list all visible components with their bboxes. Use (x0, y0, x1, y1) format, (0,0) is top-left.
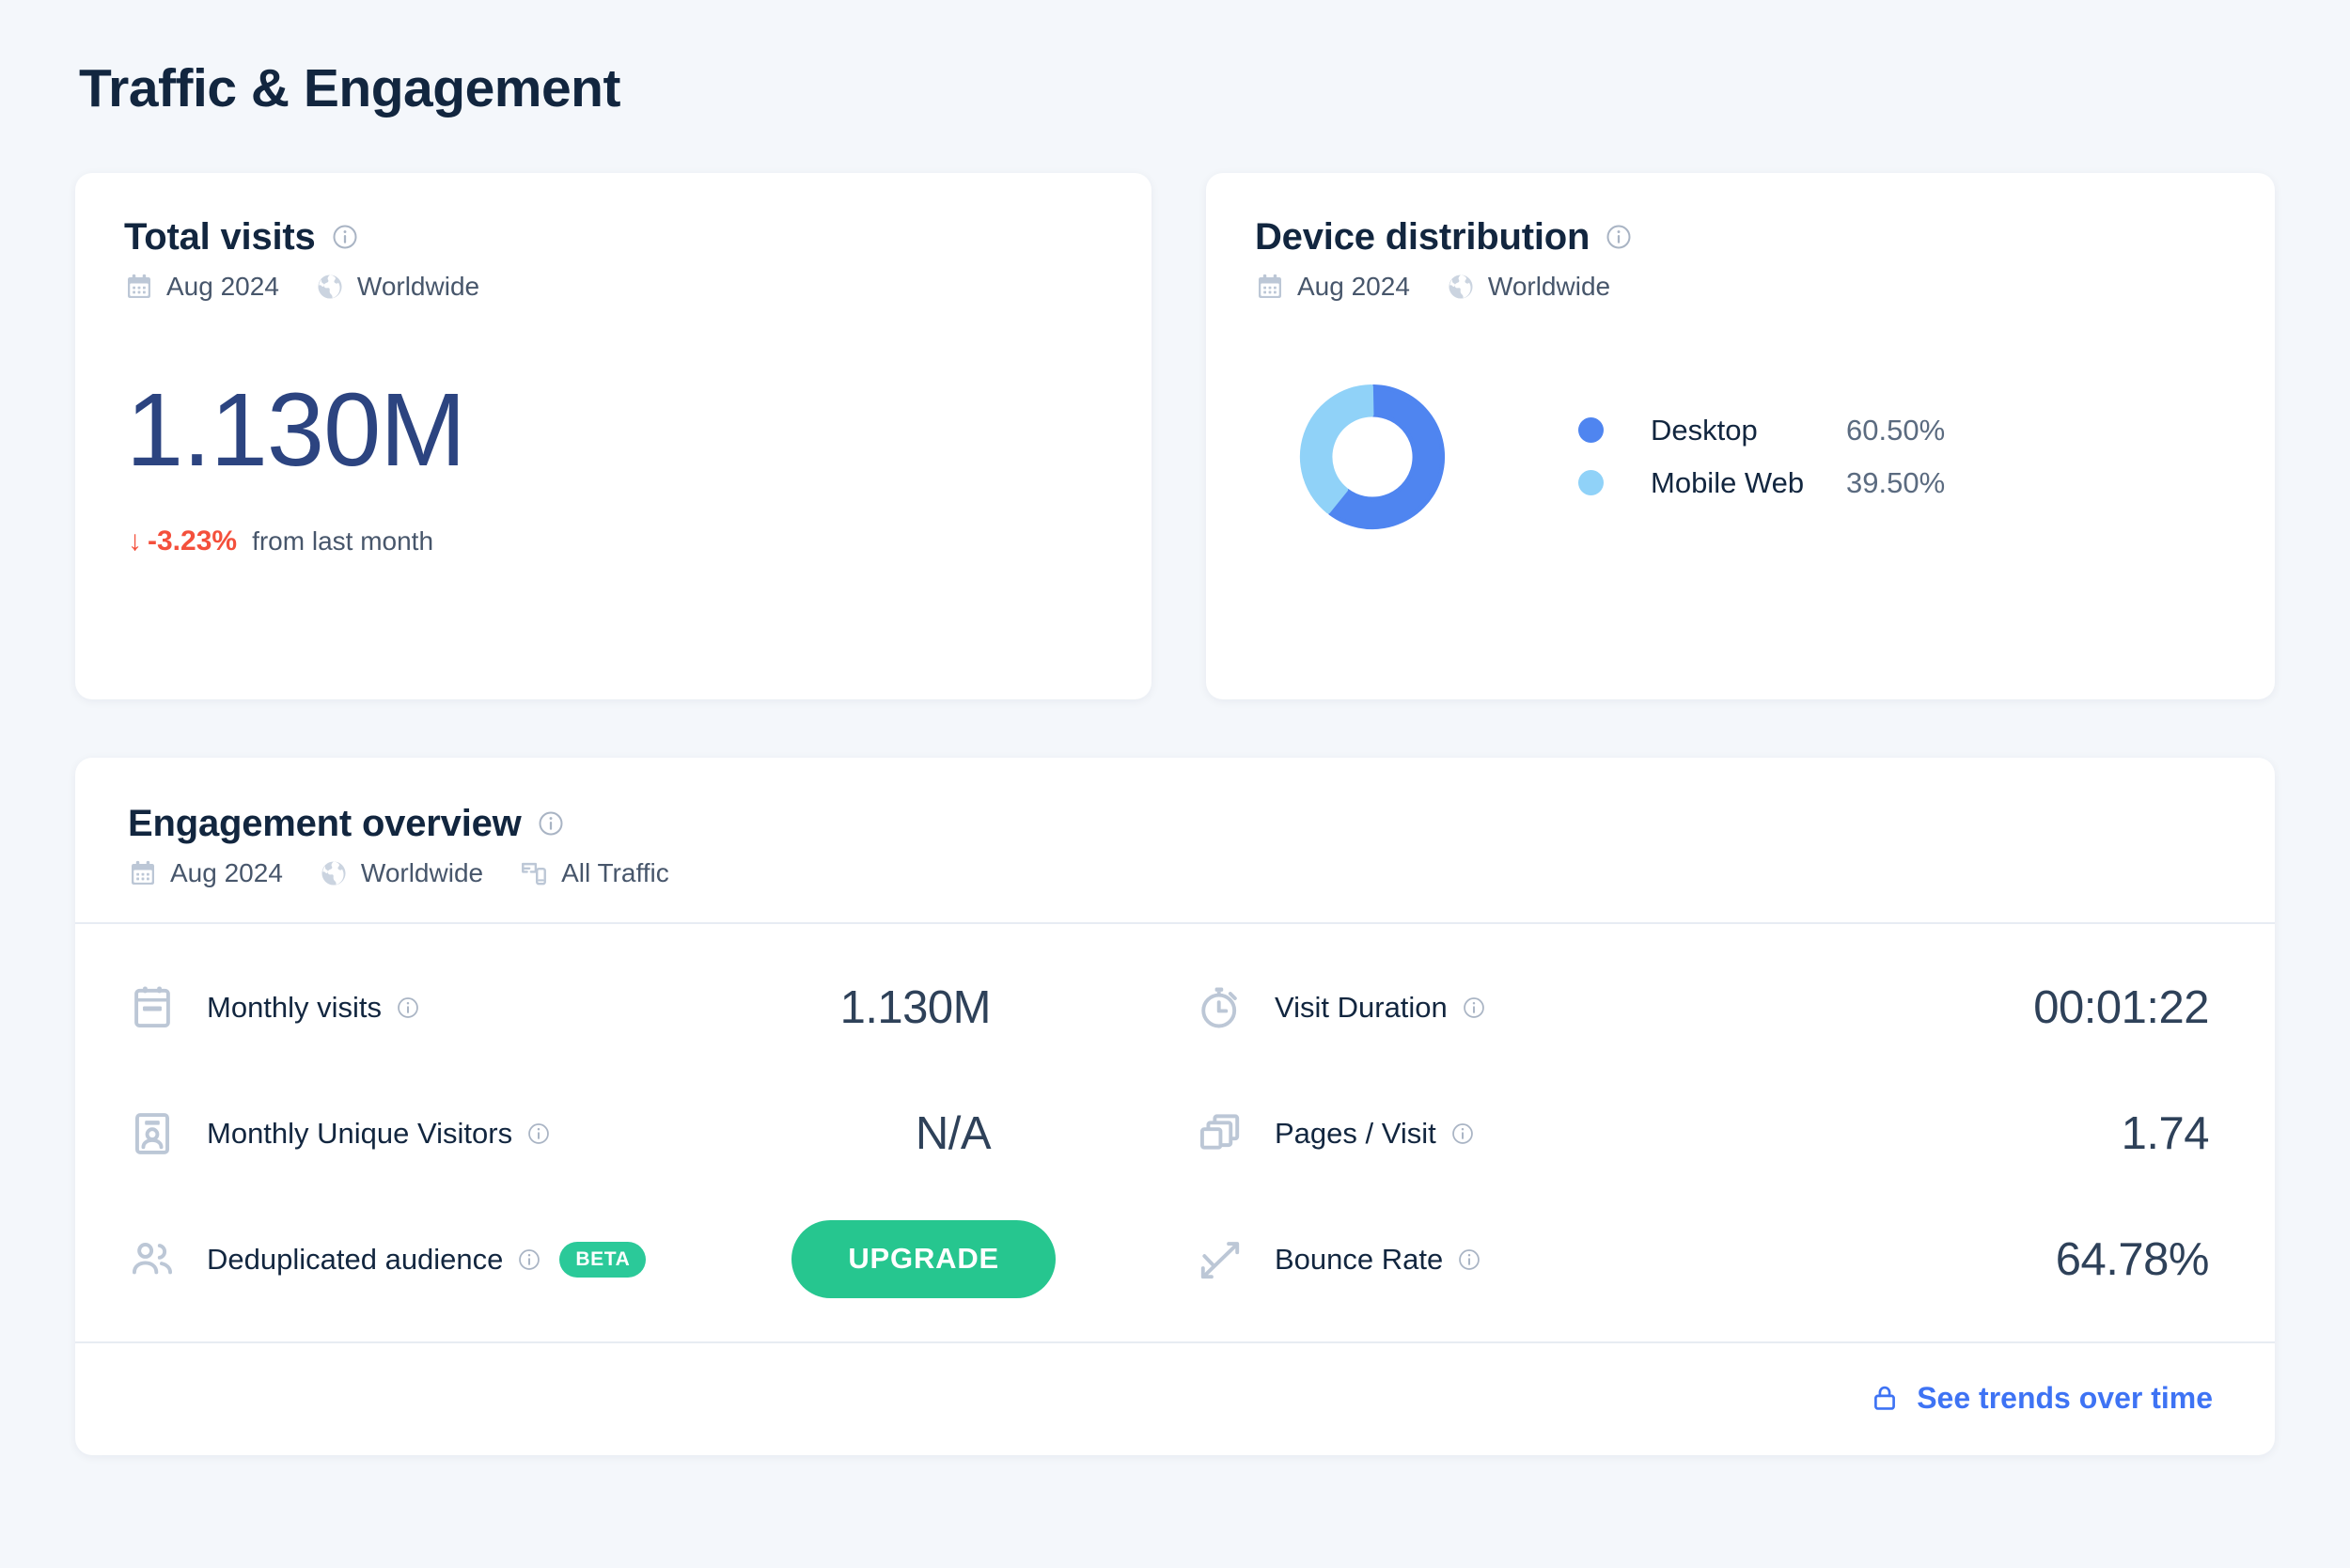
upgrade-button[interactable]: UPGRADE (791, 1220, 1056, 1299)
engagement-region: Worldwide (360, 857, 484, 887)
metric-row-visit-duration: Visit Duration 00:01:22 (1175, 945, 2222, 1071)
globe-icon (1449, 274, 1473, 299)
traffic-engagement-page: Traffic & Engagement Total visits Aug 20… (0, 0, 2350, 1568)
metric-label-visit-duration: Visit Duration (1275, 990, 1448, 1024)
metric-value-monthly-unique-visitors: N/A (915, 1107, 992, 1159)
metric-row-monthly-visits: Monthly visits 1.130M (128, 945, 1175, 1071)
legend-item-desktop: Desktop 60.50% (1578, 414, 1945, 447)
info-icon[interactable] (1457, 1247, 1481, 1272)
total-visits-date: Aug 2024 (166, 271, 279, 301)
info-icon[interactable] (1605, 223, 1633, 251)
metrics-column-right: Visit Duration 00:01:22 Pages / Visit 1.… (1175, 945, 2222, 1323)
total-visits-delta: ↓ -3.23% from last month (128, 525, 1103, 557)
metric-row-deduplicated-audience: Deduplicated audience BETA UPGRADE (128, 1197, 1175, 1323)
engagement-footer: See trends over time (75, 1343, 2275, 1455)
device-legend: Desktop 60.50% Mobile Web 39.50% (1578, 414, 1945, 500)
donut-slice-mobile-web (1300, 384, 1374, 514)
total-visits-card: Total visits Aug 2024 Worldwide 1.130M ↓… (75, 172, 1152, 699)
pages-icon (1199, 1113, 1240, 1150)
calendar-visits-icon (134, 986, 170, 1027)
trend-icon (1200, 1241, 1240, 1278)
device-distribution-date: Aug 2024 (1297, 271, 1410, 301)
info-icon[interactable] (1450, 1121, 1475, 1146)
info-icon[interactable] (517, 1247, 541, 1272)
info-icon[interactable] (526, 1121, 551, 1146)
calendar-icon (132, 860, 154, 885)
device-distribution-body: Desktop 60.50% Mobile Web 39.50% (1255, 373, 2226, 541)
device-distribution-title: Device distribution (1255, 215, 1590, 258)
globe-icon (318, 274, 342, 299)
metric-value-monthly-visits: 1.130M (839, 981, 992, 1033)
down-arrow-icon: ↓ (128, 525, 142, 557)
device-distribution-meta: Aug 2024 Worldwide (1255, 272, 2226, 302)
metric-label-monthly-visits: Monthly visits (207, 990, 383, 1024)
device-distribution-card: Device distribution Aug 2024 Worldwide D… (1206, 172, 2275, 699)
metric-value-visit-duration: 00:01:22 (2033, 981, 2209, 1033)
engagement-overview-card: Engagement overview Aug 2024 Worldwide A… (75, 757, 2275, 1455)
metric-label-deduplicated-audience: Deduplicated audience (207, 1242, 504, 1276)
engagement-traffic: All Traffic (561, 857, 669, 887)
device-distribution-region: Worldwide (1487, 271, 1611, 301)
devices-icon (522, 862, 547, 885)
engagement-header: Engagement overview Aug 2024 Worldwide A… (75, 758, 2275, 922)
metric-label-wrap: Pages / Visit (1275, 1117, 1475, 1151)
beta-badge: BETA (559, 1241, 647, 1278)
metric-label-wrap: Visit Duration (1275, 991, 1486, 1025)
info-icon[interactable] (331, 223, 359, 251)
metric-value-bounce-rate: 64.78% (2055, 1233, 2210, 1285)
metric-label-wrap: Deduplicated audience BETA (207, 1241, 647, 1278)
metric-row-monthly-unique-visitors: Monthly Unique Visitors N/A (128, 1071, 1175, 1197)
legend-color-swatch-mobile-web (1578, 470, 1604, 496)
id-badge-icon (135, 1112, 169, 1154)
legend-value-mobile-web: 39.50% (1846, 465, 1946, 499)
legend-item-mobile-web: Mobile Web 39.50% (1578, 466, 1945, 500)
page-title: Traffic & Engagement (79, 58, 620, 118)
total-visits-meta: Aug 2024 Worldwide (124, 272, 1103, 302)
engagement-meta: Aug 2024 Worldwide All Traffic (128, 858, 2222, 888)
engagement-title-row: Engagement overview (128, 803, 2222, 845)
calendar-icon (1259, 274, 1281, 298)
metric-label-bounce-rate: Bounce Rate (1275, 1242, 1444, 1276)
info-icon[interactable] (537, 809, 565, 838)
lock-icon (1874, 1386, 1896, 1410)
info-icon[interactable] (396, 996, 420, 1020)
users-icon (132, 1242, 173, 1274)
see-trends-over-time-link[interactable]: See trends over time (1870, 1381, 2213, 1416)
metric-label-pages-per-visit: Pages / Visit (1275, 1116, 1436, 1150)
total-visits-header: Total visits (124, 216, 1103, 259)
metric-row-pages-per-visit: Pages / Visit 1.74 (1175, 1071, 2222, 1197)
delta-percent: -3.23% (148, 525, 238, 557)
delta-label: from last month (252, 525, 434, 556)
calendar-icon (128, 274, 150, 298)
total-visits-value: 1.130M (126, 371, 466, 488)
metric-row-bounce-rate: Bounce Rate 64.78% (1175, 1197, 2222, 1323)
globe-icon (321, 861, 346, 886)
legend-label-desktop: Desktop (1651, 413, 1758, 447)
metric-label-monthly-unique-visitors: Monthly Unique Visitors (207, 1116, 513, 1150)
metric-label-wrap: Monthly visits (207, 991, 420, 1025)
device-donut-chart (1300, 384, 1445, 529)
info-icon[interactable] (1462, 996, 1486, 1020)
total-visits-region: Worldwide (356, 271, 480, 301)
delta-value: ↓ -3.23% (128, 525, 237, 557)
metric-label-wrap: Bounce Rate (1275, 1243, 1481, 1277)
metric-label-wrap: Monthly Unique Visitors (207, 1117, 551, 1151)
metrics-column-left: Monthly visits 1.130M Monthly Unique Vis… (128, 945, 1175, 1323)
metric-value-pages-per-visit: 1.74 (2121, 1107, 2210, 1159)
stopwatch-icon (1201, 987, 1237, 1027)
total-visits-title: Total visits (124, 215, 316, 258)
legend-value-desktop: 60.50% (1846, 413, 1946, 447)
legend-color-swatch-desktop (1578, 417, 1604, 444)
engagement-metrics: Monthly visits 1.130M Monthly Unique Vis… (75, 924, 2275, 1341)
legend-label-mobile-web: Mobile Web (1651, 465, 1805, 499)
summary-cards-row: Total visits Aug 2024 Worldwide 1.130M ↓… (75, 172, 2275, 699)
device-distribution-header: Device distribution (1255, 216, 2226, 259)
see-trends-label: See trends over time (1917, 1380, 2213, 1415)
engagement-title: Engagement overview (128, 802, 522, 844)
engagement-date: Aug 2024 (170, 857, 283, 887)
